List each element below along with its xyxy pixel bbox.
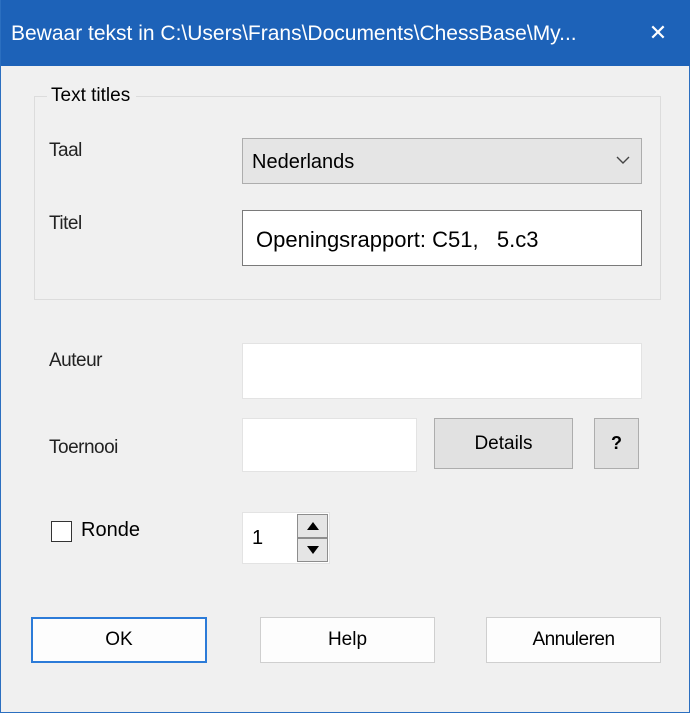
spin-down-button[interactable] <box>297 538 328 562</box>
ok-button[interactable]: OK <box>31 617 207 663</box>
auteur-input[interactable] <box>242 343 642 399</box>
titel-label: Titel <box>49 213 82 234</box>
auteur-label: Auteur <box>49 350 102 371</box>
help-button[interactable]: Help <box>260 617 435 663</box>
titel-input[interactable]: Openingsrapport: C51, 5.c3 <box>242 210 642 266</box>
toernooi-label: Toernooi <box>49 437 118 458</box>
details-button[interactable]: Details <box>434 418 573 469</box>
window-title: Bewaar tekst in C:\Users\Frans\Documents… <box>11 22 577 45</box>
ronde-label[interactable]: Ronde <box>81 519 140 542</box>
text-titles-legend: Text titles <box>47 85 137 107</box>
chevron-down-icon <box>616 156 630 164</box>
titel-input-value: Openingsrapport: C51, 5.c3 <box>256 227 539 252</box>
save-text-dialog: Bewaar tekst in C:\Users\Frans\Documents… <box>0 0 690 713</box>
text-titles-group <box>34 96 661 300</box>
cancel-button[interactable]: Annuleren <box>486 617 661 663</box>
taal-dropdown[interactable]: Nederlands <box>242 138 642 184</box>
ronde-value: 1 <box>252 527 264 549</box>
help-question-button[interactable]: ? <box>594 418 639 469</box>
title-bar[interactable]: Bewaar tekst in C:\Users\Frans\Documents… <box>1 0 690 66</box>
close-icon[interactable]: ✕ <box>639 14 677 52</box>
taal-label: Taal <box>49 140 82 161</box>
taal-selected-value: Nederlands <box>252 151 355 173</box>
spin-up-button[interactable] <box>297 514 328 538</box>
ronde-checkbox[interactable] <box>51 521 72 542</box>
triangle-up-icon <box>307 522 319 530</box>
toernooi-input[interactable] <box>242 418 417 472</box>
triangle-down-icon <box>307 546 319 554</box>
